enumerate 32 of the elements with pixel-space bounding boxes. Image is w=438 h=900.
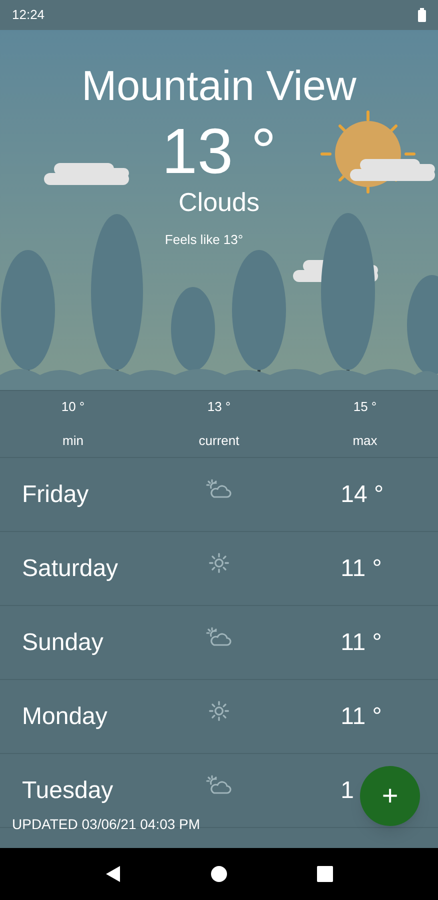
forecast-temperature: 14 °: [340, 480, 384, 510]
status-time: 12:24: [12, 6, 45, 24]
forecast-day: Sunday: [22, 624, 154, 660]
cloud-sun-icon: [206, 774, 232, 796]
updated-time: UPDATED 03/06/21 04:03 PM: [12, 815, 200, 834]
summary-value: 13 °: [207, 398, 231, 416]
battery-icon: [418, 8, 426, 22]
weather-condition: Clouds: [178, 186, 260, 218]
summary-label: current: [198, 432, 240, 450]
summary-label: min: [62, 432, 84, 450]
sun-icon: [208, 552, 230, 574]
forecast-temperature: 11 °: [340, 628, 382, 658]
home-icon[interactable]: [210, 865, 228, 883]
back-icon[interactable]: [104, 865, 121, 883]
forecast-temperature: 11 °: [340, 554, 382, 584]
summary-value: 10 °: [61, 398, 85, 416]
current-temperature: 13 °: [162, 116, 276, 186]
forecast-day: Saturday: [22, 550, 154, 586]
forecast-day: Friday: [22, 476, 154, 512]
sun-icon: [208, 700, 230, 722]
summary-label: max: [352, 432, 378, 450]
summary-value: 15 °: [353, 398, 377, 416]
feels-like: Feels like 13°: [164, 231, 244, 249]
forecast-temperature: 1: [340, 776, 354, 806]
cloud-sun-icon: [206, 626, 232, 648]
recents-icon[interactable]: [317, 866, 334, 882]
add-button[interactable]: +: [360, 766, 420, 826]
cloud-sun-icon: [206, 478, 232, 500]
forecast-temperature: 11 °: [340, 702, 382, 732]
forecast-day: Monday: [22, 698, 154, 734]
forecast-day: Tuesday: [22, 772, 154, 808]
city-name: Mountain View: [82, 61, 356, 111]
